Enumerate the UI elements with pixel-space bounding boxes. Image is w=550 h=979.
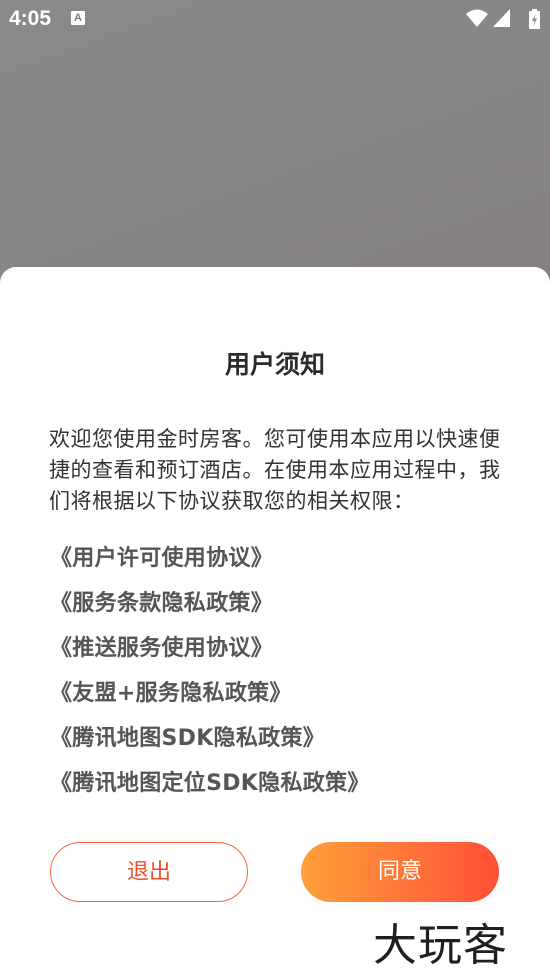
link-tencent-location-sdk-privacy[interactable]: 《腾讯地图定位SDK隐私政策》 <box>50 761 370 806</box>
notification-a-icon: A <box>71 11 85 25</box>
wifi-icon <box>466 9 488 27</box>
link-tencent-map-sdk-privacy[interactable]: 《腾讯地图SDK隐私政策》 <box>50 716 370 761</box>
link-terms-privacy-policy[interactable]: 《服务条款隐私政策》 <box>50 581 370 626</box>
link-push-service-agreement[interactable]: 《推送服务使用协议》 <box>50 626 370 671</box>
status-time: 4:05 <box>9 7 52 30</box>
agree-button[interactable]: 同意 <box>301 842 499 902</box>
dialog-title: 用户须知 <box>224 350 325 379</box>
signal-icon <box>493 9 510 27</box>
link-umeng-privacy-policy[interactable]: 《友盟+服务隐私政策》 <box>50 671 370 716</box>
exit-button[interactable]: 退出 <box>50 842 248 902</box>
battery-charging-icon <box>529 9 540 29</box>
watermark-logo: 大玩客 <box>373 920 508 971</box>
dialog-intro-text: 欢迎您使用金时房客。您可使用本应用以快速便捷的查看和预订酒店。在使用本应用过程中… <box>49 427 501 513</box>
link-user-license-agreement[interactable]: 《用户许可使用协议》 <box>50 536 370 581</box>
user-notice-dialog: 用户须知 欢迎您使用金时房客。您可使用本应用以快速便捷的查看和预订酒店。在使用本… <box>0 267 550 979</box>
agreement-links: 《用户许可使用协议》 《服务条款隐私政策》 《推送服务使用协议》 《友盟+服务隐… <box>50 536 370 806</box>
status-bar: 4:05 A <box>0 0 550 38</box>
